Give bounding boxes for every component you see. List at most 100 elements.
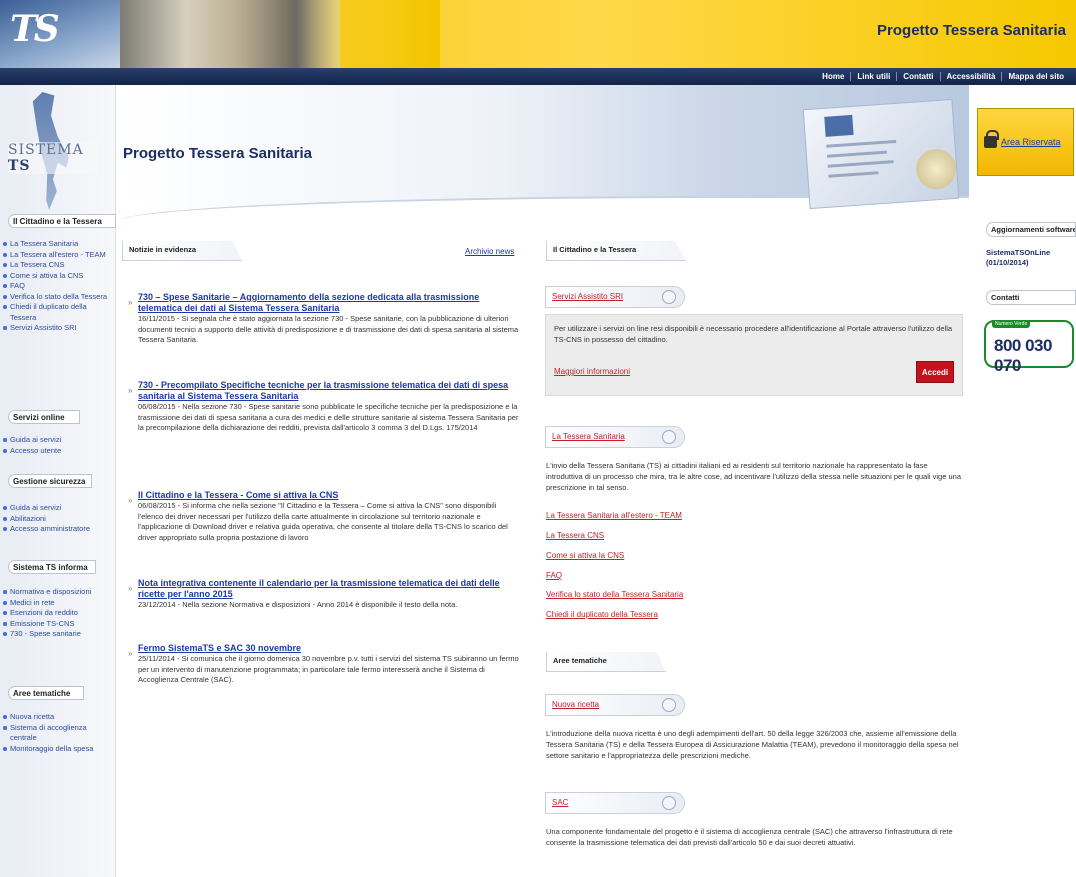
news-title[interactable]: Nota integrativa contenente il calendari… xyxy=(138,578,520,600)
accedi-button[interactable]: Accedi xyxy=(916,361,954,383)
sidebar-item[interactable]: Servizi Assistito SRI xyxy=(2,323,114,334)
nav-link-utili[interactable]: Link utili xyxy=(850,72,896,81)
sidebar-item[interactable]: Esenzioni da reddito xyxy=(2,608,114,619)
sidebar-item[interactable]: Monitoraggio della spesa xyxy=(2,744,114,755)
servizi-box: Per utilizzare i servizi on line resi di… xyxy=(545,314,963,396)
sac-tab[interactable]: SAC xyxy=(545,792,685,814)
card-line xyxy=(827,160,894,168)
expand-icon xyxy=(662,796,676,810)
news-title[interactable]: 730 – Spese Sanitarie – Aggiornamento de… xyxy=(138,292,520,314)
sidebar-item[interactable]: Chiedi il duplicato della Tessera xyxy=(2,302,114,323)
tab-cittadino: Il Cittadino e la Tessera xyxy=(546,241,686,261)
arrow-icon: » xyxy=(128,298,133,307)
sidebar-item[interactable]: Guida ai servizi xyxy=(2,503,114,514)
nuova-ricetta-tab[interactable]: Nuova ricetta xyxy=(545,694,685,716)
sidebar-item[interactable]: Accesso utente xyxy=(2,446,114,457)
card-line xyxy=(826,139,897,148)
tessera-card-image xyxy=(802,98,960,210)
news-body: 23/12/2014 - Nella sezione Normativa e d… xyxy=(138,600,458,609)
sidebar-list-cittadino: La Tessera Sanitaria La Tessera all'este… xyxy=(2,239,114,334)
link-verifica[interactable]: Verifica lo stato della Tessera Sanitari… xyxy=(546,590,683,599)
nav-home[interactable]: Home xyxy=(816,72,850,81)
news-item: » Nota integrativa contenente il calenda… xyxy=(128,578,520,611)
sidebar-item[interactable]: Normativa e disposizioni xyxy=(2,587,114,598)
ts-logo[interactable]: TS xyxy=(0,0,120,68)
sidebar-head-servizi[interactable]: Servizi online xyxy=(8,410,80,424)
news-body: 06/08/2015 - Si informa che nella sezion… xyxy=(138,501,508,542)
sidebar-item[interactable]: Abilitazioni xyxy=(2,514,114,525)
sidebar-item[interactable]: La Tessera Sanitaria xyxy=(2,239,114,250)
news-title[interactable]: Fermo SistemaTS e SAC 30 novembre xyxy=(138,643,520,654)
numero-verde-tag: Numero Verde xyxy=(992,320,1031,328)
tab-notizie: Notizie in evidenza xyxy=(122,241,242,261)
expand-icon xyxy=(662,290,676,304)
arrow-icon: » xyxy=(128,584,133,593)
news-item: » 730 - Precompilato Specifiche tecniche… xyxy=(128,380,520,434)
link-cns[interactable]: La Tessera CNS xyxy=(546,531,604,540)
link-team[interactable]: La Tessera Sanitaria all'estero - TEAM xyxy=(546,511,682,520)
tessera-sanitaria-label: La Tessera Sanitaria xyxy=(552,432,625,441)
expand-icon xyxy=(662,698,676,712)
sidebar-item[interactable]: Accesso amministratore xyxy=(2,524,114,535)
lock-icon xyxy=(984,130,999,148)
nav-mappa-sito[interactable]: Mappa del sito xyxy=(1001,72,1070,81)
area-riservata-label: Area Riservata xyxy=(1001,137,1061,147)
maggiori-informazioni-link[interactable]: Maggiori informazioni xyxy=(554,367,630,376)
card-line xyxy=(828,171,879,178)
news-item: » Fermo SistemaTS e SAC 30 novembre 25/1… xyxy=(128,643,520,686)
arrow-icon: » xyxy=(128,649,133,658)
sidebar-item[interactable]: Emissione TS-CNS xyxy=(2,619,114,630)
contacts-head: Contatti xyxy=(986,290,1076,305)
sidebar-head-cittadino[interactable]: Il Cittadino e la Tessera xyxy=(8,214,116,228)
tessera-sanitaria-tab[interactable]: La Tessera Sanitaria xyxy=(545,426,685,448)
sidebar-item[interactable]: Guida ai servizi xyxy=(2,435,114,446)
card-hologram xyxy=(914,147,958,191)
sidebar-item[interactable]: Come si attiva la CNS xyxy=(2,271,114,282)
updates-head: Aggiornamenti software xyxy=(986,222,1076,237)
ts-logo-text: TS xyxy=(10,8,60,50)
card-chip-icon xyxy=(824,114,854,137)
link-duplicato[interactable]: Chiedi il duplicato della Tessera xyxy=(546,610,658,619)
archive-link[interactable]: Archivio news xyxy=(465,247,514,256)
top-navigation: Home Link utili Contatti Accessibilità M… xyxy=(0,68,1076,85)
card-line xyxy=(826,150,887,158)
sidebar-item[interactable]: Sistema di accoglienza centrale xyxy=(2,723,114,744)
header-photo-fade xyxy=(300,0,440,68)
numero-verde-badge[interactable]: Numero Verde 800 030 070 xyxy=(984,320,1074,375)
sac-text: Una componente fondamentale del progetto… xyxy=(546,827,953,847)
sidebar-item[interactable]: Verifica lo stato della Tessera xyxy=(2,292,114,303)
news-title[interactable]: 730 - Precompilato Specifiche tecniche p… xyxy=(138,380,520,402)
servizi-assistito-label: Servizi Assistito SRI xyxy=(552,292,624,301)
sac-label: SAC xyxy=(552,798,569,807)
news-body: 25/11/2014 - Si comunica che il giorno d… xyxy=(138,654,519,684)
software-link[interactable]: SistemaTSOnLine (01/10/2014) xyxy=(986,248,1072,268)
link-faq[interactable]: FAQ xyxy=(546,571,562,580)
sidebar-head-aree[interactable]: Aree tematiche xyxy=(8,686,84,700)
news-body: 16/11/2015 - Si segnala che è stato aggi… xyxy=(138,314,519,344)
tessera-text: L'invio della Tessera Sanitaria (TS) ai … xyxy=(546,461,961,492)
nav-accessibilita[interactable]: Accessibilità xyxy=(939,72,1002,81)
nuova-ricetta-label: Nuova ricetta xyxy=(552,700,600,709)
arrow-icon: » xyxy=(128,386,133,395)
servizi-assistito-tab[interactable]: Servizi Assistito SRI xyxy=(545,286,685,308)
sistema-ts-logo[interactable]: SISTEMA TS xyxy=(8,90,98,210)
sidebar-head-sicurezza[interactable]: Gestione sicurezza xyxy=(8,474,92,488)
site-header: TS Progetto Tessera Sanitaria xyxy=(0,0,1076,68)
sidebar-item[interactable]: Nuova ricetta xyxy=(2,712,114,723)
news-item: » Il Cittadino e la Tessera - Come si at… xyxy=(128,490,520,543)
sidebar-list-aree: Nuova ricetta Sistema di accoglienza cen… xyxy=(2,712,114,754)
sidebar-item[interactable]: 730 - Spese sanitarie xyxy=(2,629,114,640)
link-attiva-cns[interactable]: Come si attiva la CNS xyxy=(546,551,624,560)
sidebar-head-informa[interactable]: Sistema TS informa xyxy=(8,560,96,574)
servizi-text: Per utilizzare i servizi on line resi di… xyxy=(554,324,953,344)
arrow-icon: » xyxy=(128,496,133,505)
area-riservata-button[interactable]: Area Riservata xyxy=(977,108,1074,176)
news-body: 06/08/2015 - Nella sezione 730 - Spese s… xyxy=(138,402,519,432)
nav-contatti[interactable]: Contatti xyxy=(896,72,939,81)
sidebar-item[interactable]: FAQ xyxy=(2,281,114,292)
tab-aree: Aree tematiche xyxy=(546,652,666,672)
sidebar-item[interactable]: Medici in rete xyxy=(2,598,114,609)
sidebar-item[interactable]: La Tessera all'estero - TEAM xyxy=(2,250,114,261)
sidebar-item[interactable]: La Tessera CNS xyxy=(2,260,114,271)
news-title[interactable]: Il Cittadino e la Tessera - Come si atti… xyxy=(138,490,520,501)
